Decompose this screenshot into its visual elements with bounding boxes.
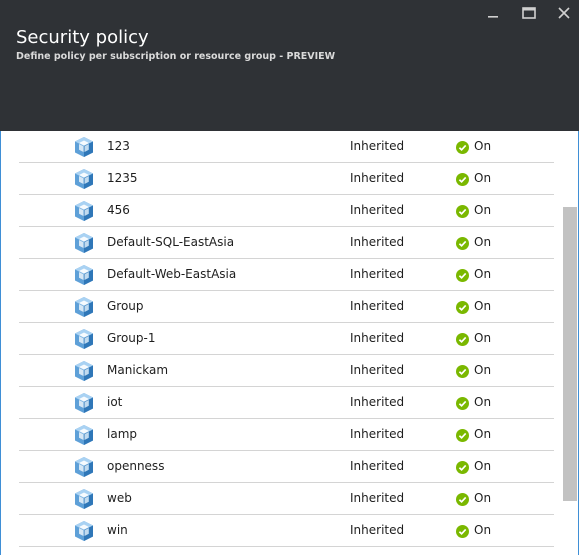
check-circle-icon — [456, 173, 469, 186]
page-subtitle: Define policy per subscription or resour… — [16, 51, 336, 62]
policy-inheritance: Inherited — [350, 299, 405, 313]
check-circle-icon — [456, 525, 469, 538]
table-row[interactable]: 1235 Inherited On — [19, 163, 554, 195]
resource-group-icon — [72, 263, 96, 287]
policy-state: On — [474, 267, 492, 281]
resource-group-icon — [72, 199, 96, 223]
check-circle-icon — [456, 365, 469, 378]
policy-state: On — [474, 363, 492, 377]
close-icon[interactable] — [555, 4, 573, 22]
table-row[interactable]: iot Inherited On — [19, 387, 554, 419]
policy-inheritance: Inherited — [350, 267, 405, 281]
policy-state: On — [474, 427, 492, 441]
resource-group-icon — [72, 327, 96, 351]
policy-state: On — [474, 203, 492, 217]
table-row[interactable]: win Inherited On — [19, 515, 554, 547]
policy-state: On — [474, 235, 492, 249]
resource-group-name: 1235 — [107, 171, 138, 185]
resource-group-name: Default-SQL-EastAsia — [107, 235, 235, 249]
check-circle-icon — [456, 333, 469, 346]
policy-inheritance: Inherited — [350, 363, 405, 377]
policy-inheritance: Inherited — [350, 203, 405, 217]
resource-group-name: Group — [107, 299, 144, 313]
policy-inheritance: Inherited — [350, 235, 405, 249]
table-row[interactable]: 456 Inherited On — [19, 195, 554, 227]
resource-group-icon — [72, 455, 96, 479]
table-row[interactable]: lamp Inherited On — [19, 419, 554, 451]
resource-group-name: web — [107, 491, 132, 505]
policy-state: On — [474, 139, 492, 153]
policy-state: On — [474, 523, 492, 537]
policy-state: On — [474, 171, 492, 185]
policy-state: On — [474, 459, 492, 473]
resource-group-name: 123 — [107, 139, 130, 153]
resource-group-icon — [72, 135, 96, 159]
resource-group-icon — [72, 423, 96, 447]
check-circle-icon — [456, 301, 469, 314]
resource-group-name: Default-Web-EastAsia — [107, 267, 237, 281]
resource-group-name: Manickam — [107, 363, 169, 377]
check-circle-icon — [456, 493, 469, 506]
resource-group-name: iot — [107, 395, 123, 409]
check-circle-icon — [456, 141, 469, 154]
table-row[interactable]: openness Inherited On — [19, 451, 554, 483]
policy-state: On — [474, 331, 492, 345]
check-circle-icon — [456, 205, 469, 218]
resource-group-icon — [72, 359, 96, 383]
policy-inheritance: Inherited — [350, 491, 405, 505]
resource-group-icon — [72, 167, 96, 191]
check-circle-icon — [456, 269, 469, 282]
table-row[interactable]: Group Inherited On — [19, 291, 554, 323]
resource-group-icon — [72, 487, 96, 511]
table-row[interactable]: Manickam Inherited On — [19, 355, 554, 387]
policy-state: On — [474, 395, 492, 409]
maximize-icon[interactable] — [520, 4, 538, 22]
resource-group-icon — [72, 519, 96, 543]
table-row[interactable]: Default-SQL-EastAsia Inherited On — [19, 227, 554, 259]
check-circle-icon — [456, 237, 469, 250]
policy-inheritance: Inherited — [350, 331, 405, 345]
policy-inheritance: Inherited — [350, 171, 405, 185]
check-circle-icon — [456, 429, 469, 442]
page-title: Security policy — [16, 27, 149, 48]
minimize-icon[interactable] — [484, 4, 502, 22]
policy-state: On — [474, 491, 492, 505]
policy-inheritance: Inherited — [350, 427, 405, 441]
policy-inheritance: Inherited — [350, 395, 405, 409]
policy-list-panel: 123 Inherited On 1235 Inherited On 456 Inherite… — [0, 131, 579, 555]
resource-group-name: openness — [107, 459, 165, 473]
check-circle-icon — [456, 397, 469, 410]
policy-inheritance: Inherited — [350, 523, 405, 537]
resource-group-name: Group-1 — [107, 331, 156, 345]
table-row[interactable]: Group-1 Inherited On — [19, 323, 554, 355]
check-circle-icon — [456, 461, 469, 474]
table-row[interactable]: Default-Web-EastAsia Inherited On — [19, 259, 554, 291]
resource-group-icon — [72, 231, 96, 255]
blade-header: Security policy Define policy per subscr… — [0, 0, 579, 131]
table-row[interactable]: 123 Inherited On — [19, 131, 554, 163]
resource-group-name: lamp — [107, 427, 137, 441]
policy-state: On — [474, 299, 492, 313]
table-row[interactable]: web Inherited On — [19, 483, 554, 515]
resource-group-icon — [72, 391, 96, 415]
scrollbar-thumb[interactable] — [563, 207, 577, 501]
resource-group-icon — [72, 295, 96, 319]
policy-inheritance: Inherited — [350, 459, 405, 473]
resource-group-name: win — [107, 523, 128, 537]
resource-group-name: 456 — [107, 203, 130, 217]
policy-inheritance: Inherited — [350, 139, 405, 153]
